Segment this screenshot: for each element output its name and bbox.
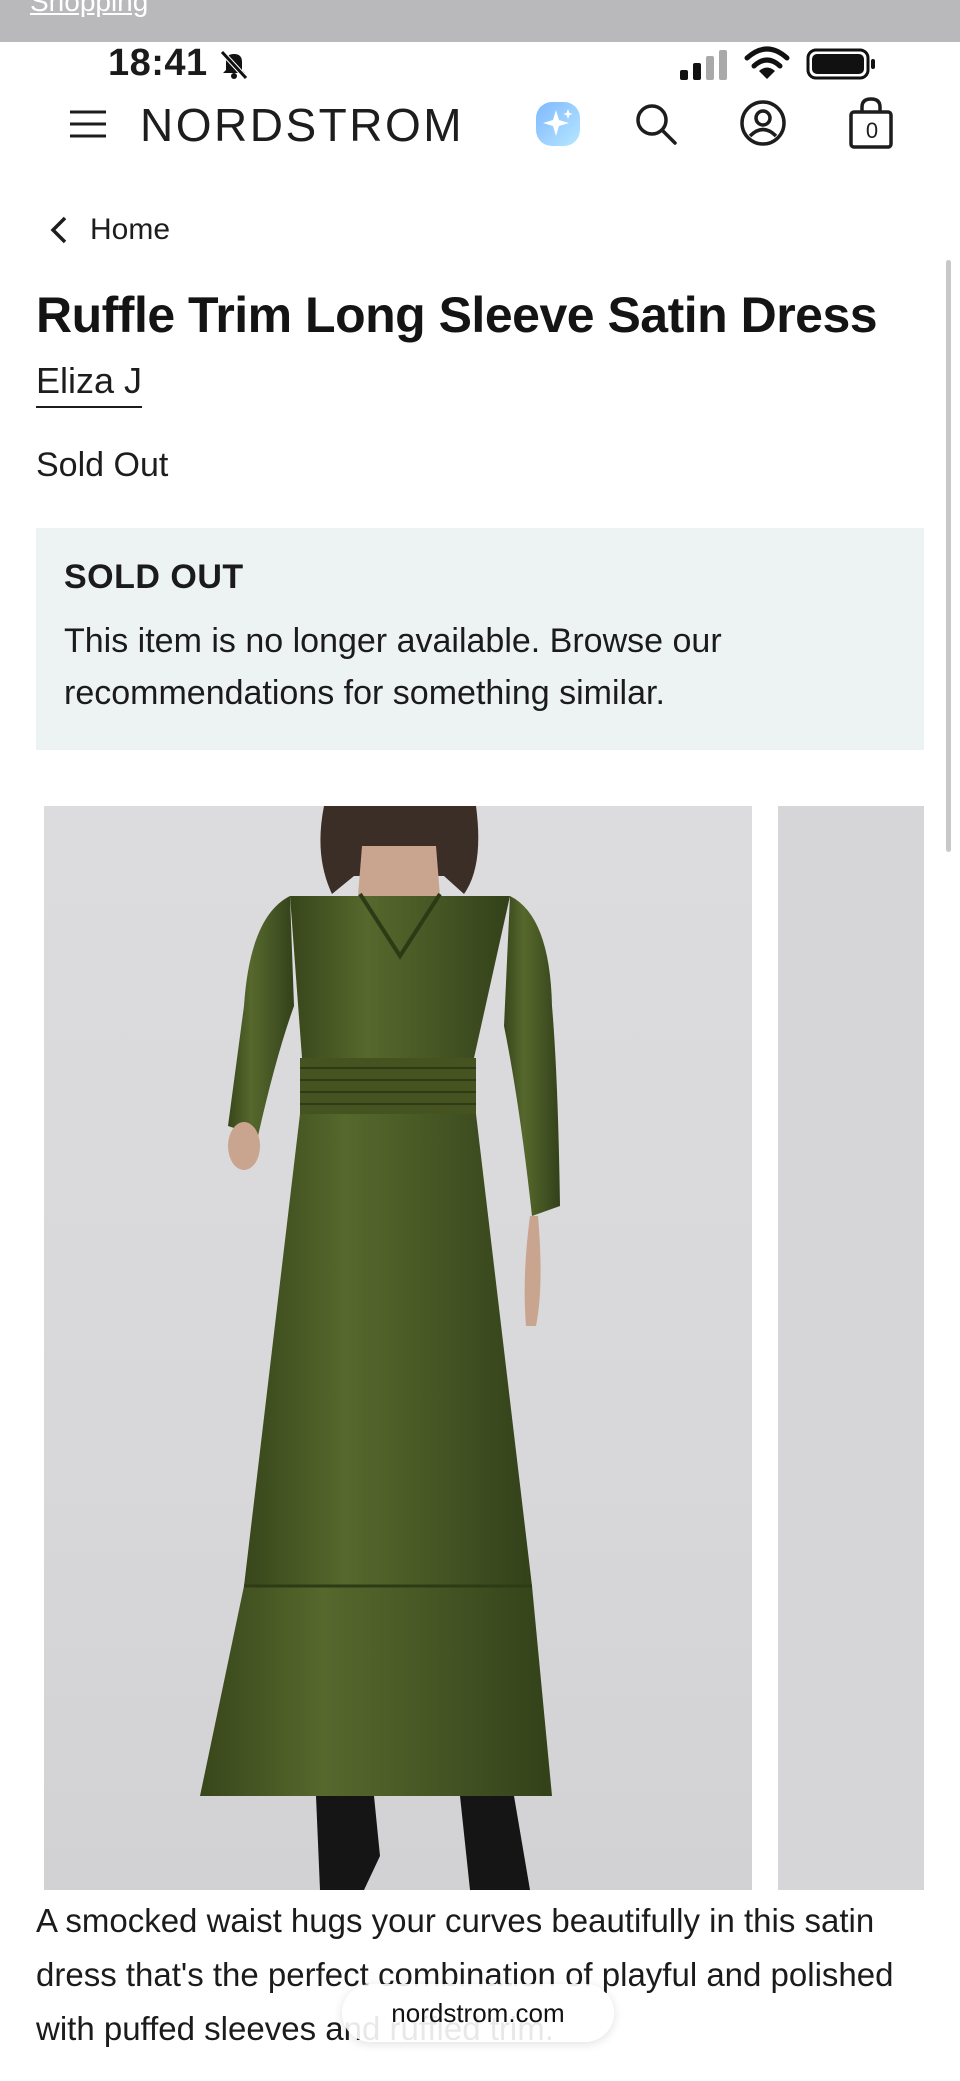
- product-image[interactable]: [44, 806, 752, 1890]
- browser-url-bar[interactable]: nordstrom.com: [342, 1984, 614, 2042]
- site-header: NORDSTROM 0: [0, 92, 960, 156]
- dress-photo: [200, 806, 560, 1890]
- product-brand-link[interactable]: Eliza J: [36, 360, 143, 408]
- breadcrumb-home-link[interactable]: Home: [90, 213, 170, 247]
- hamburger-menu-icon[interactable]: [66, 102, 110, 146]
- cellular-signal-icon: [680, 50, 727, 80]
- notice-heading: SOLD OUT: [64, 558, 244, 596]
- browser-top-strip: Shopping: [0, 0, 960, 42]
- notice-body: This item is no longer available. Browse…: [64, 622, 722, 712]
- status-bar: 18:41: [0, 42, 960, 88]
- search-icon[interactable]: [632, 100, 680, 148]
- availability-status: Sold Out: [36, 446, 169, 484]
- ai-assistant-sparkle-icon[interactable]: [534, 100, 582, 148]
- previous-page-link[interactable]: Shopping: [30, 0, 148, 18]
- account-icon[interactable]: [738, 98, 788, 148]
- bag-count-badge: 0: [865, 118, 879, 143]
- chevron-left-icon: [50, 216, 67, 244]
- brand-logo[interactable]: NORDSTROM: [140, 98, 464, 152]
- sold-out-notice: SOLD OUT This item is no longer availabl…: [36, 528, 924, 750]
- product-image-carousel[interactable]: [44, 806, 924, 1890]
- battery-icon: [806, 48, 875, 80]
- next-product-image[interactable]: [778, 806, 924, 1890]
- breadcrumb[interactable]: Home: [48, 210, 170, 250]
- product-title: Ruffle Trim Long Sleeve Satin Dress: [36, 287, 878, 343]
- status-time: 18:41: [108, 42, 208, 84]
- bell-muted-icon: [220, 50, 248, 80]
- wifi-icon: [744, 46, 790, 79]
- page-scrollbar[interactable]: [946, 260, 951, 852]
